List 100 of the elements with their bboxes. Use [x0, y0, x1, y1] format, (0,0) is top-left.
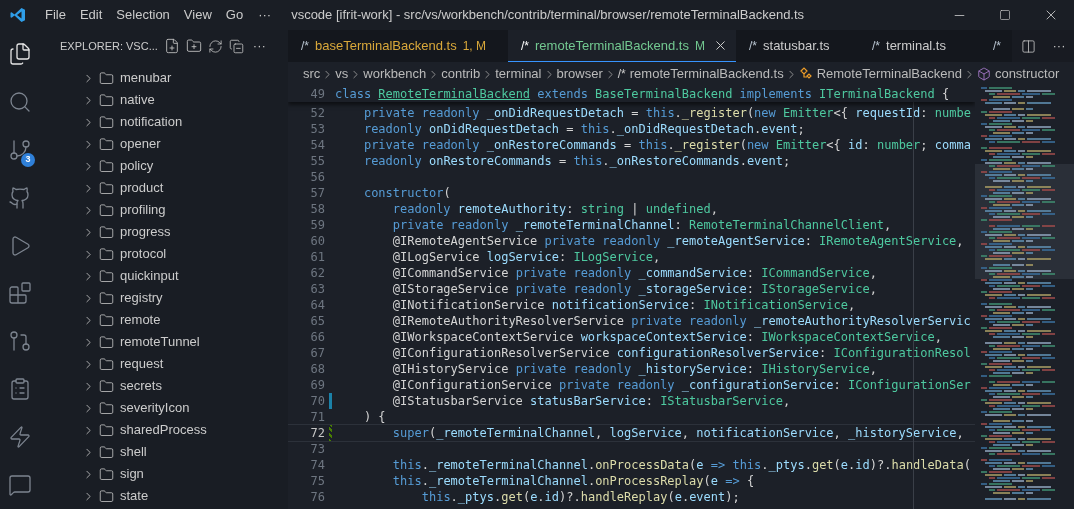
line-number: 72 [309, 425, 325, 442]
breadcrumb-item[interactable]: vs [335, 64, 349, 84]
folder-tree-item[interactable]: product [40, 177, 288, 199]
folder-icon [99, 114, 114, 130]
menu-item[interactable]: Edit [72, 4, 110, 26]
line-number: 52 [309, 105, 325, 122]
breadcrumb-item[interactable]: terminal [495, 64, 542, 84]
editor-tab[interactable]: /* [980, 30, 1012, 62]
files-icon[interactable] [8, 41, 32, 66]
folder-tree-item[interactable]: severityIcon [40, 397, 288, 419]
breadcrumb-item[interactable]: remoteTerminalBackend.ts [629, 64, 784, 84]
more-actions-button[interactable]: ··· [249, 36, 269, 56]
folder-icon [99, 92, 114, 108]
editor-tab[interactable]: /* baseTerminalBackend.ts 1, M [288, 30, 508, 62]
branch-icon[interactable] [8, 137, 32, 162]
folder-tree-item[interactable]: state [40, 485, 288, 507]
collapse-all-icon[interactable] [228, 38, 244, 54]
folder-tree-item[interactable]: sign [40, 463, 288, 485]
blocks-icon[interactable] [8, 281, 32, 306]
more-menu-button[interactable]: ··· [250, 5, 280, 25]
line-number: 57 [309, 185, 325, 202]
editor-tab[interactable]: /* remoteTerminalBackend.ts M [508, 30, 736, 62]
editor-tab[interactable]: /* statusbar.ts [736, 30, 859, 62]
menu-item[interactable]: View [176, 4, 219, 26]
folder-name: secrets [120, 377, 162, 396]
menu-item[interactable]: Selection [109, 4, 177, 26]
folder-icon [99, 334, 114, 350]
folder-tree-item[interactable]: quickinput [40, 265, 288, 287]
breadcrumb-item[interactable]: constructor [994, 64, 1060, 84]
folder-icon [99, 312, 114, 328]
tab-label: terminal.ts [886, 37, 946, 56]
folder-tree-item[interactable]: policy [40, 155, 288, 177]
menu-item[interactable]: File [38, 4, 73, 26]
folder-icon [99, 378, 114, 394]
maximize-icon[interactable] [999, 9, 1011, 21]
folder-icon [99, 70, 114, 86]
folder-icon [99, 400, 114, 416]
tab-label: statusbar.ts [763, 37, 830, 56]
line-number: 65 [309, 313, 325, 330]
new-file-icon[interactable] [163, 38, 180, 54]
pull-request-icon[interactable] [8, 329, 32, 354]
line-number: 67 [309, 345, 325, 362]
class-symbol-icon [798, 67, 813, 81]
folder-tree-item[interactable]: menubar [40, 67, 288, 89]
breadcrumb-item[interactable]: src [303, 64, 321, 84]
folder-name: sharedProcess [120, 421, 207, 440]
code-line: @ILogService logService: ILogService, [391, 249, 661, 266]
chat-icon[interactable] [8, 473, 32, 498]
clipboard-icon[interactable] [8, 377, 32, 402]
folder-tree-item[interactable]: registry [40, 287, 288, 309]
split-editor-icon[interactable] [1020, 38, 1036, 54]
code-line: @IWorkspaceContextService workspaceContextService: IWorkspaceContextService, [391, 329, 942, 346]
folder-tree-item[interactable]: protocol [40, 243, 288, 265]
folder-icon [99, 444, 114, 460]
folder-name: product [120, 179, 164, 198]
lightning-icon[interactable] [8, 425, 32, 450]
folder-icon [99, 422, 114, 438]
folder-tree-item[interactable]: shell [40, 441, 288, 463]
folder-tree-item[interactable]: native [40, 89, 288, 111]
line-number: 54 [309, 137, 325, 154]
ts-file-icon: /* [749, 37, 757, 55]
code-line: super(_remoteTerminalChannel, logService, notificationService, _historyService, [391, 425, 964, 442]
code-line: this._ptys.get(e.id)?.handleReplay(e.event); [420, 489, 740, 506]
folder-tree-item[interactable]: profiling [40, 199, 288, 221]
breadcrumb-item[interactable]: workbench [363, 64, 427, 84]
search-icon[interactable] [8, 89, 32, 114]
line-number: 66 [309, 329, 325, 346]
folder-tree-item[interactable]: remoteTunnel [40, 331, 288, 353]
folder-icon [99, 488, 114, 504]
cat-logo-icon[interactable] [8, 185, 32, 210]
folder-tree-item[interactable]: notification [40, 111, 288, 133]
folder-tree-item[interactable]: request [40, 353, 288, 375]
folder-tree-item[interactable]: progress [40, 221, 288, 243]
breadcrumb-item[interactable]: RemoteTerminalBackend [816, 64, 962, 84]
menu-item[interactable]: Go [218, 4, 251, 26]
refresh-icon[interactable] [207, 38, 223, 54]
folder-icon [99, 180, 114, 196]
line-number: 55 [309, 153, 325, 170]
line-number: 73 [309, 441, 325, 458]
code-line: this._remoteTerminalChannel.onProcessReplay(e => { [391, 473, 755, 490]
folder-name: progress [120, 223, 171, 242]
breadcrumb-item[interactable]: browser [556, 64, 603, 84]
folder-tree-item[interactable]: secrets [40, 375, 288, 397]
code-line: @ICommandService private readonly _commandService: ICommandService, [391, 265, 877, 282]
ts-file-icon: /* [301, 37, 309, 55]
code-line: private readonly _onRestoreCommands = this._register(new Emitter<{ id: number; comma [362, 137, 971, 154]
code-line: @IStatusbarService statusBarService: IStatusbarService, [391, 393, 791, 410]
folder-name: remoteTunnel [120, 333, 200, 352]
new-folder-icon[interactable] [185, 38, 202, 54]
more-actions-button[interactable]: ··· [1052, 36, 1066, 56]
line-number: 63 [309, 281, 325, 298]
folder-icon [99, 224, 114, 240]
breadcrumb-item[interactable]: contrib [441, 64, 481, 84]
line-number: 60 [309, 233, 325, 250]
folder-tree-item[interactable]: opener [40, 133, 288, 155]
folder-tree-item[interactable]: remote [40, 309, 288, 331]
editor-tab[interactable]: /* terminal.ts [859, 30, 980, 62]
line-number: 59 [309, 217, 325, 234]
line-number: 61 [309, 249, 325, 266]
folder-tree-item[interactable]: sharedProcess [40, 419, 288, 441]
